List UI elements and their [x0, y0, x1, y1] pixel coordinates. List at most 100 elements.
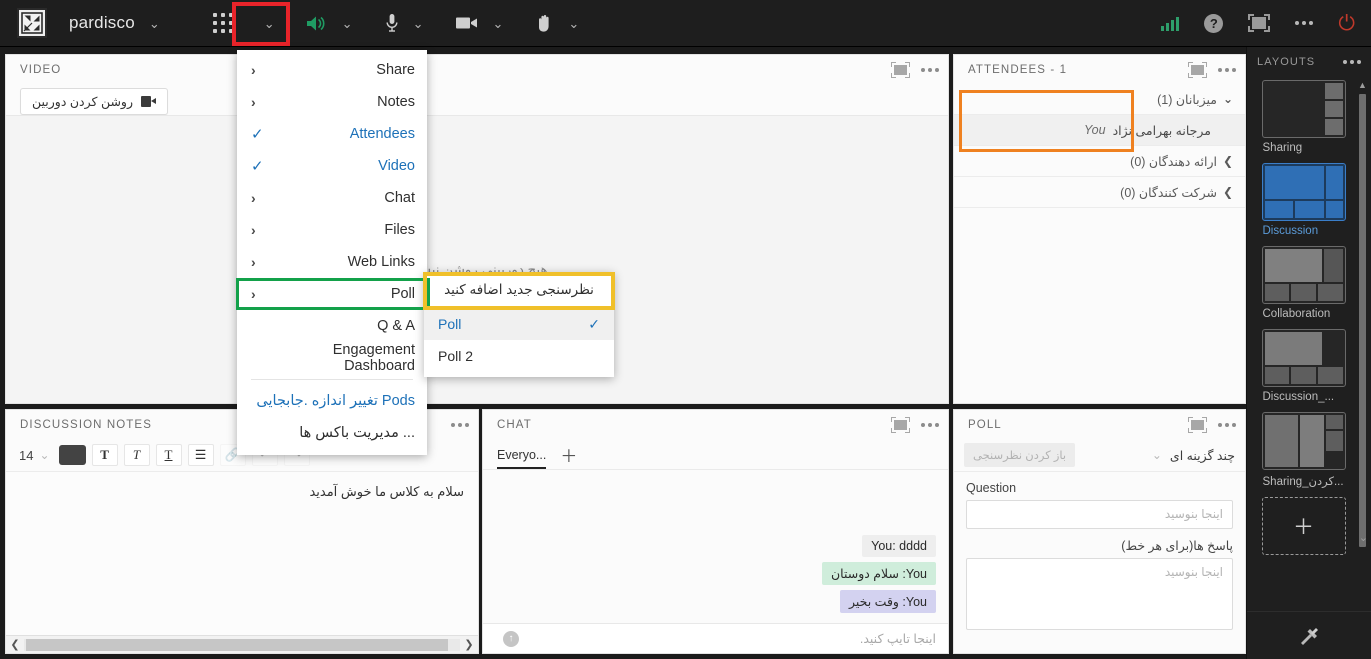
fullscreen-icon[interactable] — [1248, 14, 1271, 32]
more-options-icon[interactable] — [1343, 59, 1361, 64]
notes-horizontal-scrollbar[interactable]: ❮ ❯ — [6, 635, 478, 653]
poll-answers-label: پاسخ ها(برای هر خط) — [1121, 539, 1233, 553]
tab-everyone[interactable]: Everyo... — [497, 448, 547, 469]
poll-pod-title: POLL — [968, 418, 1002, 431]
menu-item-poll[interactable]: › Poll — [237, 278, 427, 310]
bullet-list-button[interactable]: ☰ — [187, 444, 214, 466]
more-options-icon[interactable] — [1218, 67, 1236, 72]
chat-input-placeholder[interactable]: اینجا تایپ کنید. — [519, 631, 936, 646]
attendee-you-label: You — [1084, 123, 1106, 137]
layout-item-sharing-2[interactable]: Sharing_کردن... — [1261, 412, 1346, 488]
menu-divider — [251, 379, 413, 380]
layout-label: Discussion_... — [1262, 391, 1335, 403]
menu-item-web-links[interactable]: › Web Links — [237, 246, 427, 278]
layout-preferences-button[interactable] — [1247, 611, 1371, 659]
notes-content[interactable]: سلام به کلاس ما خوش آمدید — [6, 472, 478, 635]
scroll-thumb[interactable] — [1359, 94, 1366, 547]
menu-item-label: Share — [376, 62, 415, 78]
start-camera-label: روشن کردن دوربین — [32, 95, 134, 109]
menu-item-label: Attendees — [349, 126, 415, 142]
layout-item-discussion[interactable]: Discussion — [1261, 163, 1346, 237]
layout-thumbnail-discussion-2 — [1261, 329, 1346, 387]
submenu-item-poll[interactable]: Poll ✓ — [424, 308, 614, 340]
chevron-down-icon[interactable]: ⌄ — [149, 17, 160, 30]
speaker-chevron-down-icon[interactable]: ⌄ — [342, 17, 353, 30]
check-icon: ✓ — [251, 126, 264, 143]
chevron-left-icon[interactable]: ❮ — [6, 638, 24, 651]
layout-item-collaboration[interactable]: Collaboration — [1261, 246, 1346, 320]
poll-type-selector[interactable]: چند گزینه ای ⌄ — [1152, 448, 1235, 463]
attendees-pod: ATTENDEES - 1 ⌄ میزبانان (1) مرجانه بهرا… — [953, 54, 1246, 404]
attendees-group-presenters-label: ارائه دهندگان (0) — [1130, 154, 1217, 169]
fullscreen-icon[interactable] — [1188, 416, 1207, 433]
menu-item-video[interactable]: ✓ Video — [237, 150, 427, 182]
menu-item-label: Files — [384, 222, 415, 238]
layout-item-sharing[interactable]: Sharing — [1261, 80, 1346, 154]
layout-thumbnail-sharing-2 — [1261, 412, 1346, 470]
more-options-icon[interactable] — [1295, 21, 1314, 25]
menu-item-manage-pods[interactable]: مدیریت باکس ها ... — [237, 417, 427, 449]
chevron-down-icon: ⌄ — [1222, 92, 1233, 106]
menu-item-chat[interactable]: › Chat — [237, 182, 427, 214]
underline-button[interactable]: T — [155, 444, 182, 466]
chevron-right-icon[interactable]: ❯ — [460, 638, 478, 651]
more-options-icon[interactable] — [921, 67, 939, 72]
attendees-group-participants[interactable]: ❯ شرکت کنندگان (0) — [954, 177, 1245, 208]
layouts-scrollbar[interactable]: ▲ — [1358, 80, 1367, 547]
attendee-row-host[interactable]: مرجانه بهرامی نژاد You — [954, 115, 1245, 146]
open-poll-button[interactable]: باز کردن نظرسنجی — [964, 443, 1076, 467]
attendees-group-presenters[interactable]: ❯ ارائه دهندگان (0) — [954, 146, 1245, 177]
fullscreen-icon[interactable] — [891, 61, 910, 78]
start-camera-button[interactable]: روشن کردن دوربین — [20, 88, 169, 115]
plus-icon[interactable]: ＋ — [560, 448, 577, 469]
more-options-icon[interactable] — [921, 422, 939, 427]
poll-pod-header: POLL — [954, 410, 1245, 439]
menu-item-files[interactable]: › Files — [237, 214, 427, 246]
bold-button[interactable]: T — [91, 444, 118, 466]
chevron-up-icon[interactable]: ▲ — [1358, 80, 1367, 90]
poll-answers-input[interactable]: اینجا بنوسید — [966, 558, 1233, 630]
attendees-group-hosts[interactable]: ⌄ میزبانان (1) — [954, 84, 1245, 115]
menu-item-attendees[interactable]: ✓ Attendees — [237, 118, 427, 150]
poll-form: Question اینجا بنوسید پاسخ ها(برای هر خط… — [954, 472, 1245, 653]
chevron-right-icon: › — [251, 286, 256, 302]
camera-icon[interactable] — [456, 16, 478, 30]
layout-item-discussion-2[interactable]: Discussion_... — [1261, 329, 1346, 403]
submenu-item-poll-2[interactable]: Poll 2 — [424, 340, 614, 372]
help-question-icon[interactable]: ? — [1204, 13, 1224, 33]
italic-button[interactable]: T — [123, 444, 150, 466]
menu-item-qanda[interactable]: Q & A — [237, 310, 427, 342]
menu-item-label: Engagement Dashboard — [332, 342, 415, 374]
microphone-icon[interactable] — [385, 13, 399, 33]
submenu-item-label: Poll — [438, 316, 462, 332]
camera-chevron-down-icon[interactable]: ⌄ — [492, 17, 503, 30]
microphone-chevron-down-icon[interactable]: ⌄ — [413, 17, 424, 30]
text-color-swatch[interactable] — [58, 445, 86, 465]
pods-grid-button[interactable] — [196, 3, 250, 43]
add-layout-button[interactable]: ＋ — [1261, 497, 1346, 555]
hand-chevron-down-icon[interactable]: ⌄ — [568, 17, 579, 30]
scroll-track[interactable] — [24, 638, 460, 651]
font-size-selector[interactable]: 14 ⌄ — [16, 448, 53, 463]
chat-tabs: Everyo... ＋ — [483, 439, 948, 470]
more-options-icon[interactable] — [1218, 422, 1236, 427]
raise-hand-icon[interactable] — [536, 14, 554, 33]
menu-item-engagement-dashboard[interactable]: Engagement Dashboard — [237, 342, 427, 374]
chat-input-row[interactable]: اینجا تایپ کنید. ↑ — [483, 623, 948, 653]
poll-question-input[interactable]: اینجا بنوسید — [966, 500, 1233, 529]
send-up-icon[interactable]: ↑ — [503, 630, 519, 647]
pods-chevron-down-icon[interactable]: ⌄ — [264, 17, 275, 30]
fullscreen-icon[interactable] — [1188, 61, 1207, 78]
more-options-icon[interactable] — [451, 422, 469, 427]
menu-item-notes[interactable]: › Notes — [237, 86, 427, 118]
signal-bars-icon[interactable] — [1161, 15, 1180, 31]
speaker-on-icon[interactable] — [305, 14, 328, 33]
scroll-thumb[interactable] — [26, 638, 448, 651]
fullscreen-icon[interactable] — [891, 416, 910, 433]
menu-item-share[interactable]: › Share — [237, 54, 427, 86]
chevron-down-icon[interactable]: ⌄ — [1359, 531, 1368, 544]
add-new-poll-button[interactable]: نظرسنجی جدید اضافه کنید — [424, 272, 614, 307]
power-end-session-icon[interactable]: ⏻ — [1338, 13, 1355, 34]
check-icon: ✓ — [588, 315, 600, 332]
menu-item-resize-move-pods[interactable]: تغییر اندازه .جابجایی Pods — [237, 385, 427, 417]
